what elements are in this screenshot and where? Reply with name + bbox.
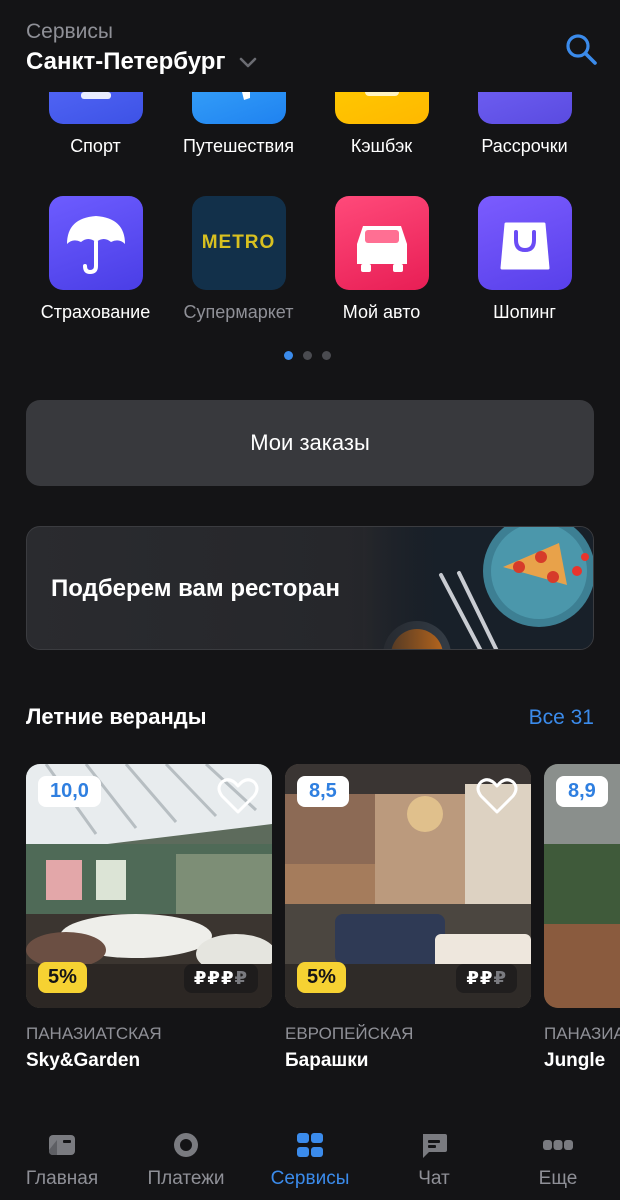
discount-badge: 5% xyxy=(38,962,87,993)
shopping-bag-icon xyxy=(477,196,572,290)
city-name: Санкт-Петербург xyxy=(26,48,226,75)
food-plate-image xyxy=(363,527,593,649)
service-label: Страхование xyxy=(40,302,151,322)
nav-services[interactable]: Сервисы xyxy=(248,1110,372,1200)
car-icon xyxy=(334,196,429,290)
restaurant-card[interactable]: 8,9 xyxy=(544,764,620,1008)
grid-icon xyxy=(297,1133,323,1157)
nav-label: Платежи xyxy=(147,1168,225,1189)
price-level: ₽₽₽₽ xyxy=(183,964,258,993)
service-my-car[interactable]: Мой авто xyxy=(310,196,453,323)
restaurant-name[interactable]: Jungle xyxy=(544,1050,605,1072)
service-shopping[interactable]: Шопинг xyxy=(453,196,596,323)
cuisine-label: ПАНАЗИАТСКАЯ xyxy=(26,1024,162,1043)
more-icon xyxy=(543,1140,573,1150)
cuisine-label: ПАНАЗИА xyxy=(544,1024,620,1043)
service-label: Кэшбэк xyxy=(350,136,413,156)
restaurant-name[interactable]: Sky&Garden xyxy=(26,1050,140,1072)
cuisine-label: ЕВРОПЕЙСКАЯ xyxy=(285,1024,414,1043)
page-dot[interactable] xyxy=(303,351,312,360)
rating-badge: 8,5 xyxy=(297,776,349,807)
rating-badge: 8,9 xyxy=(556,776,608,807)
price-inactive: ₽ xyxy=(493,968,507,988)
metro-logo-text: METRO xyxy=(201,232,276,253)
price-inactive: ₽ xyxy=(234,968,248,988)
rating-badge: 10,0 xyxy=(38,776,101,807)
service-insurance[interactable]: Страхование xyxy=(24,196,167,323)
price-active: ₽₽₽ xyxy=(193,968,235,988)
restaurant-name[interactable]: Барашки xyxy=(285,1050,368,1072)
nav-label: Главная xyxy=(25,1168,99,1189)
chevron-down-icon xyxy=(240,57,257,68)
page-dot[interactable] xyxy=(322,351,331,360)
nav-payments[interactable]: Платежи xyxy=(124,1110,248,1200)
search-icon[interactable] xyxy=(562,30,602,70)
price-active: ₽₽ xyxy=(466,968,494,988)
see-all-link[interactable]: Все 31 xyxy=(529,706,594,730)
nav-main[interactable]: Главная xyxy=(0,1110,124,1200)
service-supermarket[interactable]: METRO Супермаркет xyxy=(167,196,310,323)
nav-label: Сервисы xyxy=(270,1168,350,1189)
banner-text: Подберем вам ресторан xyxy=(51,575,340,602)
restaurant-card[interactable]: 10,0 5% ₽₽₽₽ xyxy=(26,764,272,1008)
card-icon xyxy=(49,1135,75,1155)
heart-icon[interactable] xyxy=(475,776,519,816)
restaurant-finder-banner[interactable]: Подберем вам ресторан xyxy=(26,526,594,650)
service-label: Спорт xyxy=(70,136,121,156)
nav-label: Еще xyxy=(538,1168,578,1189)
heart-icon[interactable] xyxy=(216,776,260,816)
service-label: Рассрочки xyxy=(481,136,568,156)
discount-badge: 5% xyxy=(297,962,346,993)
section-title: Летние веранды xyxy=(26,704,207,729)
city-selector[interactable]: Санкт-Петербург xyxy=(26,48,259,76)
header: Сервисы Санкт-Петербург xyxy=(0,0,620,92)
header-subtitle: Сервисы xyxy=(26,20,114,43)
nav-more[interactable]: Еще xyxy=(496,1110,620,1200)
service-label: Путешествия xyxy=(182,136,295,156)
page-dot-active[interactable] xyxy=(284,351,293,360)
nav-chat[interactable]: Чат xyxy=(372,1110,496,1200)
chat-icon xyxy=(423,1134,447,1158)
circle-icon xyxy=(174,1133,198,1157)
price-level: ₽₽₽ xyxy=(456,964,517,993)
service-label: Супермаркет xyxy=(183,302,294,322)
umbrella-icon xyxy=(48,196,143,290)
service-label: Мой авто xyxy=(342,302,421,322)
restaurant-card[interactable]: 8,5 5% ₽₽₽ xyxy=(285,764,531,1008)
my-orders-button[interactable]: Мои заказы xyxy=(26,400,594,486)
page-indicator xyxy=(284,351,331,360)
service-label: Шопинг xyxy=(493,302,556,322)
metro-logo: METRO xyxy=(191,196,286,290)
nav-label: Чат xyxy=(418,1168,450,1189)
bottom-navigation: Главная Платежи Сервисы Чат Еще xyxy=(0,1110,620,1200)
services-grid: Спорт Путешествия Кэшбэк Рассрочки Страх… xyxy=(0,60,620,350)
